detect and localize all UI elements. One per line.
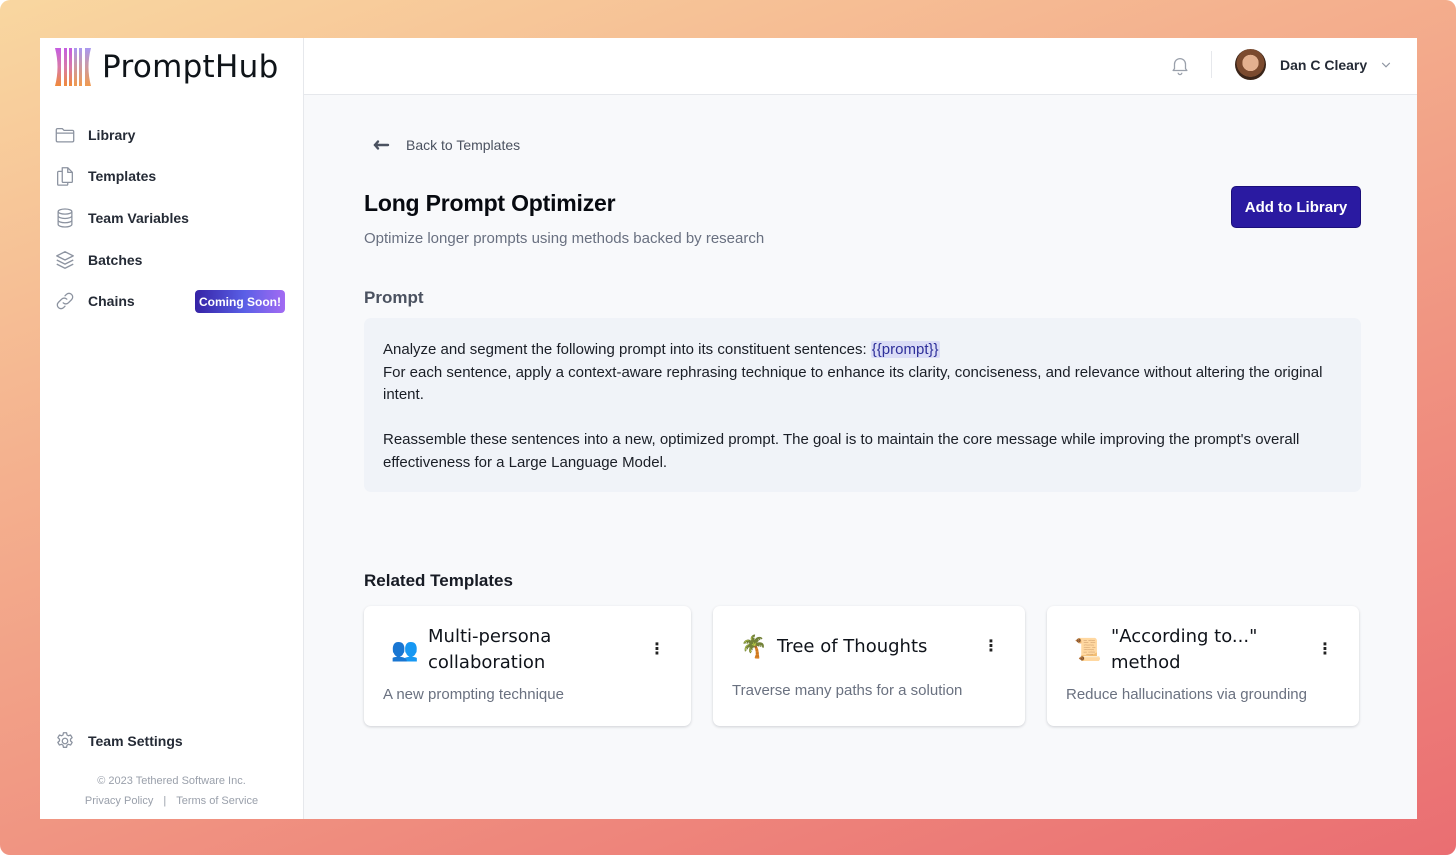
documents-icon [57, 167, 73, 187]
related-template-card[interactable]: 🌴 Tree of Thoughts Traverse many paths f… [713, 606, 1025, 726]
back-to-templates-link[interactable]: Back to Templates [372, 137, 520, 153]
logo[interactable]: PromptHub [40, 38, 303, 96]
sidebar: PromptHub Library Templates Team Variabl… [40, 38, 304, 819]
card-description: Reduce hallucinations via grounding [1066, 686, 1307, 703]
prompt-line: Analyze and segment the following prompt… [383, 341, 871, 358]
folder-icon [55, 127, 75, 143]
page-title: Long Prompt Optimizer [364, 190, 616, 216]
prompt-line: For each sentence, apply a context-aware… [383, 363, 1323, 404]
top-bar: Dan C Cleary [304, 38, 1417, 95]
bell-icon[interactable] [1169, 54, 1191, 76]
related-template-card[interactable]: 📜 "According to..." method Reduce halluc… [1047, 606, 1359, 726]
card-description: Traverse many paths for a solution [732, 682, 963, 699]
sidebar-item-label: Team Variables [88, 209, 189, 226]
card-title: "According to..." method [1111, 626, 1258, 673]
terms-of-service-link[interactable]: Terms of Service [176, 795, 258, 807]
sidebar-item-batches[interactable]: Batches [40, 239, 303, 281]
related-templates-heading: Related Templates [364, 571, 513, 590]
more-options-icon[interactable]: ⋮ [647, 640, 667, 660]
related-template-card[interactable]: 👥 Multi-persona collaboration A new prom… [364, 606, 691, 726]
prompt-variable: {{prompt}} [870, 341, 940, 358]
card-title: Tree of Thoughts [777, 636, 928, 657]
user-menu[interactable]: Dan C Cleary [1235, 49, 1393, 80]
app-window: PromptHub Library Templates Team Variabl… [40, 38, 1417, 819]
people-icon: 👥 [391, 637, 419, 662]
back-label: Back to Templates [406, 137, 521, 153]
prompt-heading: Prompt [364, 288, 424, 307]
card-title: Multi-persona collaboration [428, 626, 552, 673]
add-to-library-button[interactable]: Add to Library [1231, 186, 1361, 228]
user-name: Dan C Cleary [1280, 56, 1368, 73]
sidebar-item-templates[interactable]: Templates [40, 156, 303, 198]
related-templates-list: 👥 Multi-persona collaboration A new prom… [364, 606, 1359, 726]
sidebar-item-chains[interactable]: Chains Coming Soon! [40, 280, 303, 322]
privacy-policy-link[interactable]: Privacy Policy [85, 795, 153, 807]
coming-soon-badge: Coming Soon! [195, 290, 285, 314]
avatar [1235, 49, 1266, 80]
more-options-icon[interactable]: ⋮ [1315, 640, 1335, 660]
prompthub-logo-icon [55, 48, 91, 86]
app-name: PromptHub [102, 49, 279, 85]
more-options-icon[interactable]: ⋮ [981, 637, 1001, 657]
sidebar-item-label: Templates [88, 168, 157, 185]
link-icon [56, 292, 74, 310]
sidebar-item-label: Batches [88, 251, 143, 268]
scroll-icon: 📜 [1074, 637, 1102, 662]
sidebar-item-library[interactable]: Library [40, 114, 303, 156]
sidebar-item-team-variables[interactable]: Team Variables [40, 197, 303, 239]
topbar-divider [1211, 51, 1212, 78]
sidebar-item-team-settings[interactable]: Team Settings [40, 720, 183, 762]
layers-icon [56, 250, 74, 269]
prompt-paragraph: Reassemble these sentences into a new, o… [383, 431, 1300, 471]
sidebar-nav: Library Templates Team Variables Batches… [40, 114, 303, 322]
chevron-down-icon [1382, 62, 1391, 68]
sidebar-item-label: Team Settings [88, 732, 183, 749]
card-description: A new prompting technique [383, 686, 564, 703]
palm-tree-icon: 🌴 [740, 634, 768, 659]
page-subtitle: Optimize longer prompts using methods ba… [364, 230, 765, 247]
arrow-left-icon [373, 140, 390, 150]
prompt-content: Analyze and segment the following prompt… [364, 318, 1361, 492]
sidebar-footer: © 2023 Tethered Software Inc. Privacy Po… [40, 771, 303, 811]
sidebar-item-label: Chains [88, 293, 135, 310]
main-area: Dan C Cleary Back to Templates Long Prom… [304, 38, 1417, 819]
database-icon [57, 208, 73, 228]
copyright-text: © 2023 Tethered Software Inc. [97, 775, 246, 787]
footer-separator: | [163, 795, 167, 807]
sidebar-item-label: Library [88, 126, 136, 143]
gear-icon [57, 731, 73, 748]
